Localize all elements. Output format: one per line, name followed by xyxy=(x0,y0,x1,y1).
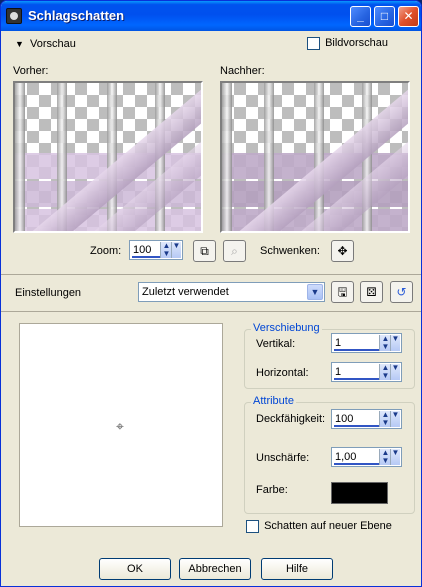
fit-window-icon: ⧉ xyxy=(200,244,209,258)
window-title: Schlagschatten xyxy=(28,8,125,23)
chevron-down-icon[interactable]: ▼ xyxy=(390,364,400,380)
bild-preview-checkbox-box[interactable] xyxy=(307,37,320,50)
preset-dropdown[interactable]: Zuletzt verwendet ▼ xyxy=(138,282,325,302)
shadow-color-swatch[interactable] xyxy=(331,482,388,504)
reset-icon: ↺ xyxy=(396,285,407,299)
blur-value: 1,00 xyxy=(335,451,357,463)
pan-button[interactable]: ✥ xyxy=(331,240,354,262)
zoom-fit-button[interactable]: ⧉ xyxy=(193,240,216,262)
zoom-label: Zoom: xyxy=(90,245,122,257)
help-button[interactable]: Hilfe xyxy=(261,558,333,580)
close-button[interactable]: ✕ xyxy=(398,6,419,27)
pan-label: Schwenken: xyxy=(260,245,320,257)
ok-button[interactable]: OK xyxy=(99,558,171,580)
save-preset-button[interactable]: 🖫 xyxy=(331,281,354,303)
title-bar[interactable]: Schlagschatten _ □ ✕ xyxy=(1,1,421,31)
vertical-label: Vertikal: xyxy=(256,338,296,350)
triangle-down-icon: ▼ xyxy=(15,39,24,49)
blur-input[interactable]: 1,00 ▲ ▼ ▼ xyxy=(331,447,402,467)
horizontal-input[interactable]: 1 ▲ ▼ ▼ xyxy=(331,362,402,382)
horizontal-label: Horizontal: xyxy=(256,367,309,379)
maximize-icon: □ xyxy=(380,9,389,23)
zoom-magnify-button[interactable]: ⌕ xyxy=(223,240,246,262)
dice-icon: ⚄ xyxy=(366,285,377,299)
magnifier-icon: ⌕ xyxy=(231,244,238,258)
separator xyxy=(1,311,421,312)
before-preview-image[interactable] xyxy=(13,81,203,233)
new-layer-checkbox-box[interactable] xyxy=(246,520,259,533)
preset-value: Zuletzt verwendet xyxy=(142,286,229,298)
chevron-down-icon[interactable]: ▼ xyxy=(390,335,400,351)
chevron-down-icon: ▼ xyxy=(307,284,323,300)
minimize-icon: _ xyxy=(357,9,364,23)
offset-preview-area[interactable]: ⌖ xyxy=(19,323,223,527)
before-label: Vorher: xyxy=(13,65,49,77)
opacity-label: Deckfähigkeit: xyxy=(256,413,326,425)
app-icon xyxy=(6,8,22,24)
crosshair-icon[interactable]: ⌖ xyxy=(116,418,124,435)
vertical-value: 1 xyxy=(335,337,342,349)
new-layer-label: Schatten auf neuer Ebene xyxy=(264,520,392,533)
randomize-button[interactable]: ⚄ xyxy=(360,281,383,303)
opacity-input[interactable]: 100 ▲ ▼ ▼ xyxy=(331,409,402,429)
zoom-value: 100 xyxy=(133,244,152,256)
close-icon: ✕ xyxy=(403,9,414,23)
chevron-down-icon[interactable]: ▼ xyxy=(390,449,400,465)
color-label: Farbe: xyxy=(256,484,288,496)
move-icon: ✥ xyxy=(337,244,348,258)
settings-label: Einstellungen xyxy=(15,287,82,299)
bild-preview-label: Bildvorschau xyxy=(325,37,389,50)
horizontal-value: 1 xyxy=(335,366,342,378)
opacity-value: 100 xyxy=(335,413,354,425)
vertical-input[interactable]: 1 ▲ ▼ ▼ xyxy=(331,333,402,353)
after-label: Nachher: xyxy=(220,65,265,77)
after-preview-image[interactable] xyxy=(220,81,410,233)
cancel-button[interactable]: Abbrechen xyxy=(179,558,251,580)
preview-toggle-label: Vorschau xyxy=(29,38,76,50)
zoom-input[interactable]: 100 ▲ ▼ ▼ xyxy=(129,240,183,260)
bild-preview-checkbox[interactable]: Bildvorschau xyxy=(307,37,388,50)
offset-group-title: Verschiebung xyxy=(251,322,322,334)
dialog-window: Schlagschatten _ □ ✕ ▼ Vorschau Bildvors… xyxy=(0,0,422,587)
chevron-down-icon[interactable]: ▼ xyxy=(390,411,400,427)
separator xyxy=(1,274,421,275)
minimize-button[interactable]: _ xyxy=(350,6,371,27)
new-layer-checkbox[interactable]: Schatten auf neuer Ebene xyxy=(246,520,392,533)
blur-label: Unschärfe: xyxy=(256,452,310,464)
maximize-button[interactable]: □ xyxy=(374,6,395,27)
zoom-dropdown-icon[interactable]: ▼ xyxy=(171,242,181,258)
floppy-disk-icon: 🖫 xyxy=(337,285,348,299)
reset-button[interactable]: ↺ xyxy=(390,281,413,303)
attribute-group-title: Attribute xyxy=(251,395,296,407)
preview-toggle[interactable]: ▼ Vorschau xyxy=(15,38,76,50)
